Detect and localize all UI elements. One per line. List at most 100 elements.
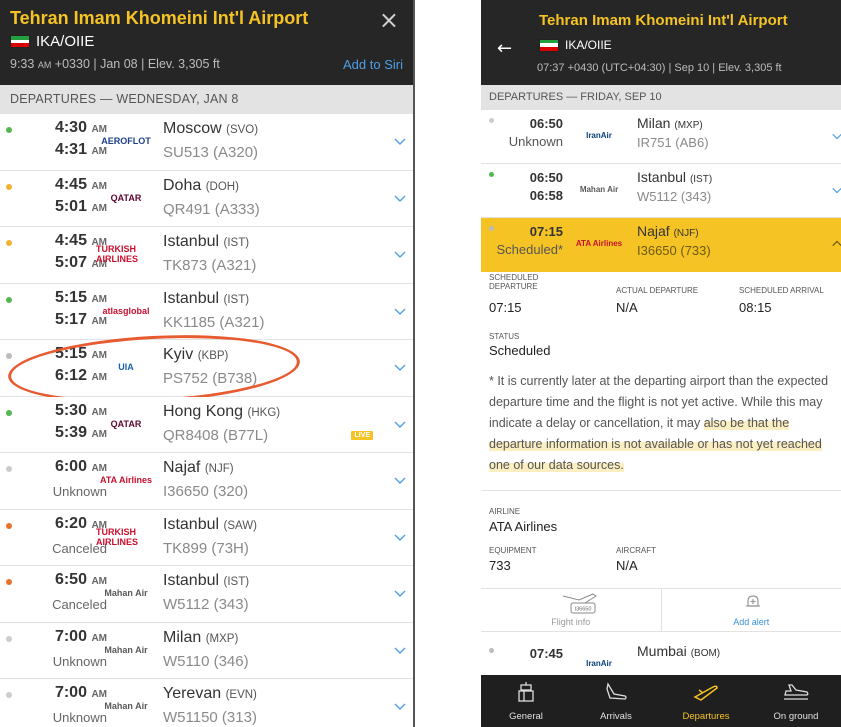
airline-logo: Mahan Air — [104, 644, 148, 655]
chevron-down-icon[interactable] — [393, 699, 407, 713]
list-item[interactable]: 07:45 IranAir Mumbai (BOM) — [481, 632, 841, 675]
scheduled-arrival-value: 08:15 — [739, 300, 772, 315]
list-item[interactable]: 5:15 AM 5:17 AM atlasglobal Istanbul (IST) K… — [0, 283, 413, 340]
airline-logo: Mahan Air — [579, 184, 619, 194]
flight-number: TK899 (73H) — [163, 539, 249, 557]
actual-time: 5:17 AM — [54, 310, 107, 328]
status-label: STATUS — [489, 332, 520, 341]
flight-number: W5112 (343) — [637, 189, 712, 204]
airline-logo: IranAir — [586, 130, 612, 140]
chevron-down-icon[interactable] — [831, 184, 841, 196]
tab-on-ground-label: On ground — [773, 711, 819, 722]
aircraft-value: N/A — [616, 558, 638, 573]
plane-ground-icon — [784, 684, 809, 700]
list-item[interactable]: 5:15 AM 6:12 AM UIA Kyiv (KBP) PS752 (B738) — [0, 328, 413, 410]
chevron-down-icon[interactable] — [393, 191, 407, 205]
chevron-down-icon[interactable] — [393, 304, 407, 318]
scheduled-time: 06:50 — [529, 170, 563, 185]
airline-logo: QATAR — [110, 418, 142, 429]
status-text: Canceled — [52, 540, 107, 556]
actual-time: 6:12 AM — [54, 367, 107, 384]
flight-info-button[interactable]: I36650 Flight info — [481, 589, 661, 631]
flight-number: QR8408 (B77L) — [163, 426, 269, 444]
iran-flag-icon — [10, 35, 30, 48]
back-arrow-icon[interactable]: ← — [497, 38, 512, 59]
destination: Istanbul (IST) — [163, 233, 250, 250]
chevron-down-icon[interactable] — [393, 417, 407, 431]
list-item[interactable]: 06:50 06:58 Mahan Air Istanbul (IST) W5112 (… — [481, 164, 841, 218]
add-to-siri-link[interactable]: Add to Siri — [343, 57, 403, 72]
left-screenshot: Tehran Imam Khomeini Int'l Airport × IKA… — [0, 0, 415, 727]
add-alert-button[interactable]: Add alert — [660, 589, 841, 631]
flight-number: QR491 (A333) — [163, 200, 260, 218]
tab-departures-label: Departures — [682, 711, 730, 722]
flight-number: IR751 (AB6) — [637, 135, 709, 150]
actual-time: 5:01 AM — [54, 197, 107, 215]
live-badge: LIVE — [351, 430, 373, 440]
tab-arrivals[interactable]: Arrivals — [571, 675, 661, 727]
chevron-down-icon[interactable] — [831, 130, 841, 142]
section-header: DEPARTURES — WEDNESDAY, JAN 8 — [0, 85, 413, 114]
add-alert-label: Add alert — [733, 617, 770, 627]
scheduled-time: 7:00 AM — [54, 627, 107, 645]
scheduled-time: 6:20 AM — [54, 514, 107, 532]
tab-general[interactable]: General — [481, 675, 571, 727]
list-item[interactable]: 4:45 AM 5:07 AM TURKISH AIRLINES Istanbul (… — [0, 227, 413, 284]
airport-code: IKA/OIIE — [36, 33, 95, 50]
airline-logo: TURKISH AIRLINES — [96, 244, 139, 264]
chevron-down-icon[interactable] — [393, 586, 407, 600]
actual-time: 4:31 AM — [54, 141, 107, 158]
actual-departure-label: ACTUAL DEPARTURE — [616, 286, 699, 295]
list-item-selected[interactable]: 07:15 Scheduled* ATA Airlines Najaf (NJF) I3… — [481, 218, 841, 272]
scheduled-time: 4:45 AM — [54, 232, 107, 249]
airline-logo: IranAir — [586, 658, 612, 668]
destination: Najaf (NJF) — [163, 459, 234, 476]
list-item[interactable]: 06:50 Unknown IranAir Milan (MXP) IR751 (AB6… — [481, 110, 841, 164]
chevron-down-icon[interactable] — [393, 643, 407, 657]
airport-code: IKA/OIIE — [565, 38, 612, 52]
departures-list: 4:30 AM 4:31 AM AEROFLOT Moscow (SVO) SU513 … — [0, 114, 413, 727]
chevron-down-icon[interactable] — [393, 530, 407, 544]
tab-departures[interactable]: Departures — [661, 675, 751, 727]
list-item[interactable]: 7:00 AM Unknown Mahan Air Milan (MXP) W5110 … — [0, 622, 413, 679]
destination: Doha (DOH) — [163, 176, 239, 194]
destination: Hong Kong (HKG) — [163, 402, 281, 420]
airline-logo: Mahan Air — [104, 701, 148, 711]
destination: Istanbul (IST) — [637, 169, 713, 185]
list-item[interactable]: 7:00 AM Unknown Mahan Air Yerevan (EVN) W511… — [0, 679, 413, 727]
tab-arrivals-label: Arrivals — [600, 711, 632, 722]
list-item[interactable]: 5:30 AM 5:39 AM QATAR Hong Kong (HKG) QR8408… — [0, 396, 413, 453]
plane-landing-icon — [606, 682, 627, 700]
chevron-down-icon[interactable] — [393, 247, 407, 261]
list-item[interactable]: 6:20 AM Canceled TURKISH AIRLINES Istanbul … — [0, 509, 413, 566]
list-item[interactable]: 4:45 AM 5:01 AM QATAR Doha (DOH) QR491 (A333… — [0, 170, 413, 227]
airline-logo: Mahan Air — [104, 588, 148, 598]
bell-plus-icon — [745, 595, 760, 607]
tab-on-ground[interactable]: On ground — [751, 675, 841, 727]
close-icon[interactable]: × — [379, 6, 399, 34]
status-text: Unknown — [52, 653, 107, 669]
list-item[interactable]: 6:00 AM Unknown ATA Airlines Najaf (NJF) I36… — [0, 453, 413, 510]
chevron-down-icon[interactable] — [393, 134, 407, 148]
chevron-up-icon[interactable] — [831, 238, 841, 250]
status-text: Scheduled* — [496, 242, 564, 257]
airport-title: Tehran Imam Khomeini Int'l Airport — [10, 8, 309, 28]
airline-logo: UIA — [118, 362, 134, 372]
airline-logo: atlasglobal — [102, 305, 150, 316]
airport-title: Tehran Imam Khomeini Int'l Airport — [539, 12, 788, 29]
chevron-down-icon[interactable] — [393, 473, 407, 487]
chevron-down-icon[interactable] — [393, 360, 407, 374]
plane-takeoff-icon — [693, 685, 718, 701]
airport-header: Tehran Imam Khomeini Int'l Airport × IKA… — [0, 0, 413, 85]
scheduled-time: 4:30 AM — [54, 119, 107, 136]
scheduled-time: 07:15 — [529, 224, 563, 239]
airport-info: 07:37 +0430 (UTC+04:30) | Sep 10 | Elev.… — [537, 62, 782, 74]
equipment-label: EQUIPMENT — [489, 546, 537, 555]
section-header: DEPARTURES — FRIDAY, SEP 10 — [481, 85, 841, 110]
list-item[interactable]: 4:30 AM 4:31 AM AEROFLOT Moscow (SVO) SU513 … — [0, 114, 413, 171]
list-item[interactable]: 6:50 AM Canceled Mahan Air Istanbul (IST) W5… — [0, 566, 413, 623]
flight-number: PS752 (B738) — [163, 370, 258, 387]
actual-time: 5:07 AM — [54, 254, 107, 271]
flight-number: KK1185 (A321) — [163, 313, 265, 331]
scheduled-departure-value: 07:15 — [489, 300, 522, 315]
